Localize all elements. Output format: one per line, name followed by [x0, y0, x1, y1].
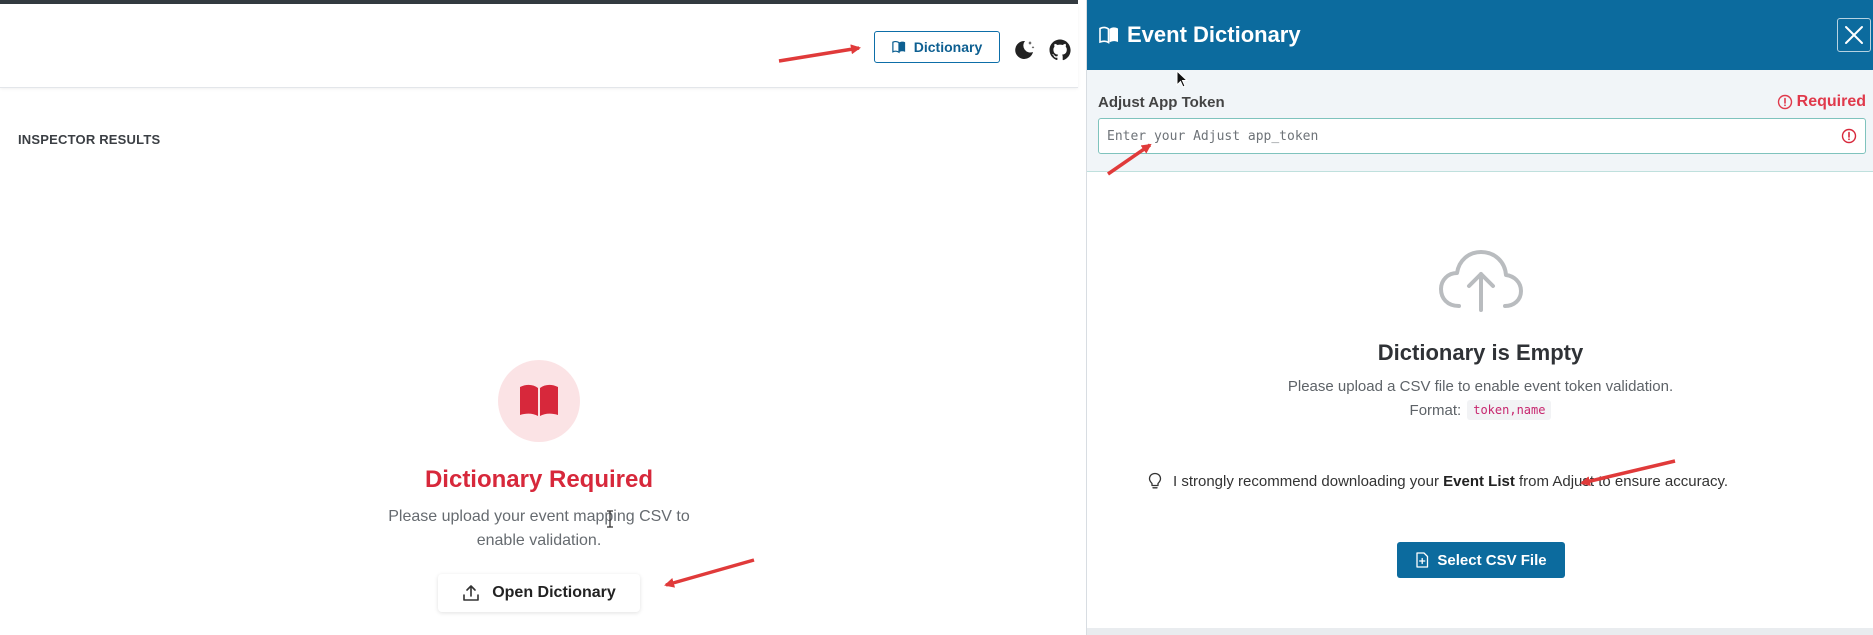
open-dictionary-label: Open Dictionary — [492, 584, 616, 601]
format-label: Format: — [1409, 401, 1462, 419]
close-button[interactable] — [1837, 18, 1871, 52]
drawer-footer-strip — [1087, 628, 1873, 635]
event-dictionary-drawer: Event Dictionary Adjust App Token Requir… — [1086, 0, 1873, 635]
alert-circle-icon — [1777, 94, 1792, 110]
app-header: Dictionary — [0, 4, 1078, 88]
tip-text-bold: Event List — [1443, 472, 1515, 490]
upload-icon — [463, 585, 480, 601]
app-main: Dictionary INSPECTOR RESULTS Dictionary … — [0, 0, 1078, 635]
dictionary-button[interactable]: Dictionary — [874, 31, 1000, 63]
open-dictionary-button[interactable]: Open Dictionary — [438, 574, 640, 612]
dictionary-required-description: Please upload your event mapping CSV to … — [388, 508, 690, 549]
inspector-results: INSPECTOR RESULTS Dictionary Required Pl… — [0, 112, 1078, 635]
select-csv-label: Select CSV File — [1437, 551, 1547, 569]
app-token-input[interactable] — [1107, 119, 1827, 153]
empty-dictionary-heading: Dictionary is Empty — [1377, 340, 1584, 365]
recommendation-tip: I strongly recommend downloading your Ev… — [1147, 472, 1728, 490]
github-icon[interactable] — [1048, 38, 1072, 62]
required-badge: Required — [1777, 93, 1866, 111]
tip-text: I strongly recommend downloading your Ev… — [1173, 473, 1728, 490]
book-icon — [1099, 26, 1118, 44]
app-token-label: Adjust App Token — [1098, 94, 1225, 111]
tip-text-before: I strongly recommend downloading your — [1173, 472, 1439, 490]
tip-text-after: from Adjust to ensure accuracy. — [1519, 472, 1728, 490]
required-label: Required — [1796, 93, 1866, 110]
format-hint: Format: token,name — [1087, 400, 1873, 420]
close-icon — [1845, 26, 1863, 44]
book-icon — [520, 384, 558, 416]
drawer-header: Event Dictionary — [1087, 0, 1873, 70]
format-code: token,name — [1467, 400, 1552, 420]
empty-dictionary-description: Please upload a CSV file to enable event… — [1287, 378, 1674, 395]
app-token-section: Adjust App Token Required — [1087, 70, 1873, 172]
select-csv-button[interactable]: Select CSV File — [1397, 542, 1565, 578]
moon-stars-icon[interactable] — [1012, 38, 1036, 62]
cloud-upload-icon — [1439, 250, 1523, 312]
drawer-title: Event Dictionary — [1127, 22, 1301, 47]
app-token-field — [1098, 118, 1866, 154]
book-icon — [892, 40, 905, 54]
dictionary-button-label: Dictionary — [913, 39, 983, 55]
results-title: INSPECTOR RESULTS — [18, 132, 161, 147]
lightbulb-icon — [1148, 472, 1162, 489]
file-plus-icon — [1416, 552, 1429, 568]
alert-circle-icon — [1841, 128, 1857, 144]
text-cursor-icon — [607, 510, 613, 528]
dictionary-required-heading: Dictionary Required — [424, 466, 654, 493]
mouse-cursor-icon — [1176, 70, 1188, 88]
book-icon-badge — [498, 360, 580, 442]
